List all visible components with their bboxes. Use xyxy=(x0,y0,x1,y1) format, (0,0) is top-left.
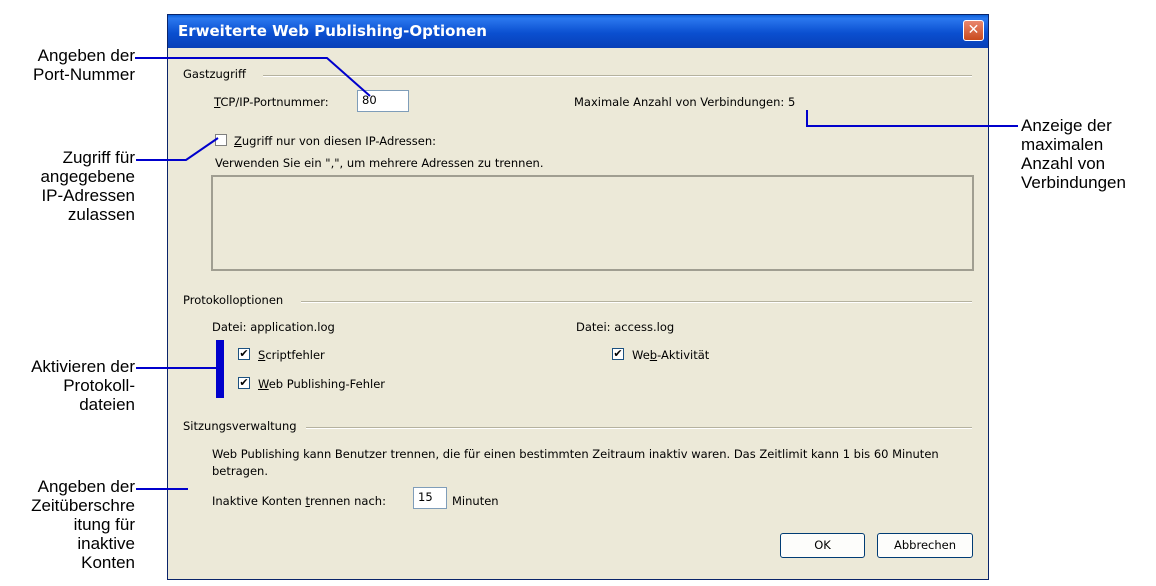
restrict-ip-checkbox[interactable] xyxy=(215,134,227,146)
section-divider xyxy=(263,75,972,77)
callout-logs: Aktivieren der Protokoll-dateien xyxy=(31,357,135,414)
cancel-button[interactable]: Abbrechen xyxy=(877,533,973,558)
callout-timeout: Angeben der Zeitüberschre itung für inaktiv… xyxy=(31,477,135,572)
web-activity-label: Web-Aktivität xyxy=(632,348,710,362)
callout-port: Angeben der Port-Nummer xyxy=(32,46,135,84)
section-divider xyxy=(306,427,972,429)
timeout-unit: Minuten xyxy=(452,494,499,508)
max-connections-text: Maximale Anzahl von Verbindungen: 5 xyxy=(574,95,796,109)
section-sitzungsverwaltung: Sitzungsverwaltung xyxy=(183,419,297,433)
dialog-title: Erweiterte Web Publishing-Optionen xyxy=(178,22,487,40)
title-bar[interactable]: Erweiterte Web Publishing-Optionen ✕ xyxy=(168,15,988,48)
session-description-line2: betragen. xyxy=(212,464,268,478)
access-log-label: Datei: access.log xyxy=(576,320,675,334)
ip-addresses-textarea[interactable] xyxy=(211,175,974,271)
script-errors-label: Scriptfehler xyxy=(258,348,325,362)
timeout-input[interactable]: 15 xyxy=(413,487,447,509)
close-icon: ✕ xyxy=(967,22,980,38)
web-activity-checkbox[interactable]: ✔ xyxy=(612,348,624,360)
timeout-label: Inaktive Konten trennen nach: xyxy=(212,494,386,508)
web-publishing-options-dialog: Erweiterte Web Publishing-Optionen ✕ Gas… xyxy=(167,14,989,580)
callout-max-connections: Anzeige der maximalen Anzahl von Verbindung… xyxy=(1021,116,1126,192)
restrict-ip-label: Zugriff nur von diesen IP-Adressen: xyxy=(234,134,437,148)
close-button[interactable]: ✕ xyxy=(963,20,984,41)
section-gastzugriff: Gastzugriff xyxy=(183,67,246,81)
ok-button[interactable]: OK xyxy=(780,533,865,558)
session-description-line1: Web Publishing kann Benutzer trennen, di… xyxy=(212,447,939,461)
ip-separator-hint: Verwenden Sie ein ",", um mehrere Adress… xyxy=(215,156,544,170)
callout-ip-access: Zugriff für angegebene IP-Adressen zulassen xyxy=(40,148,135,224)
wp-errors-label: Web Publishing-Fehler xyxy=(258,377,386,391)
port-label: TCP/IP-Portnummer: xyxy=(214,95,329,109)
port-input[interactable]: 80 xyxy=(357,90,409,112)
section-protokolloptionen: Protokolloptionen xyxy=(183,293,284,307)
wp-errors-checkbox[interactable]: ✔ xyxy=(238,377,250,389)
section-divider xyxy=(301,301,972,303)
application-log-label: Datei: application.log xyxy=(212,320,335,334)
script-errors-checkbox[interactable]: ✔ xyxy=(238,348,250,360)
